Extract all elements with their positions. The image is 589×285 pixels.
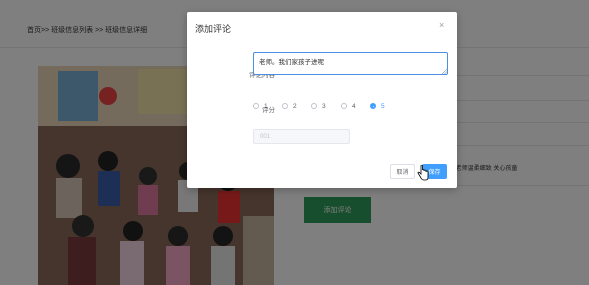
comment-textarea[interactable]: 老师。我们家孩子进呢 [253,52,448,75]
cancel-button[interactable]: 取消 [390,164,415,179]
add-comment-dialog: 添加评论 × 评论内容 老师。我们家孩子进呢 评分 1 2 3 4 5 评论人 … [187,12,457,188]
author-input-disabled: 001 [253,129,350,144]
score-radio-2[interactable]: 2 [282,101,297,111]
score-option-label: 4 [352,102,356,110]
score-radio-3[interactable]: 3 [311,101,326,111]
score-option-label: 3 [322,102,326,110]
radio-circle-icon [311,103,317,109]
score-option-label: 1 [264,102,268,110]
resize-grip-icon[interactable] [441,68,447,74]
radio-checked-icon [370,103,376,109]
score-radio-4[interactable]: 4 [341,101,356,111]
hand-cursor-icon [417,165,429,181]
radio-circle-icon [253,103,259,109]
radio-circle-icon [341,103,347,109]
score-radio-5[interactable]: 5 [370,101,385,111]
dialog-title: 添加评论 [195,24,232,34]
score-option-label: 2 [293,102,297,110]
score-option-label: 5 [381,102,385,110]
radio-circle-icon [282,103,288,109]
score-radio-1[interactable]: 1 [253,101,268,111]
close-icon[interactable]: × [439,21,444,30]
